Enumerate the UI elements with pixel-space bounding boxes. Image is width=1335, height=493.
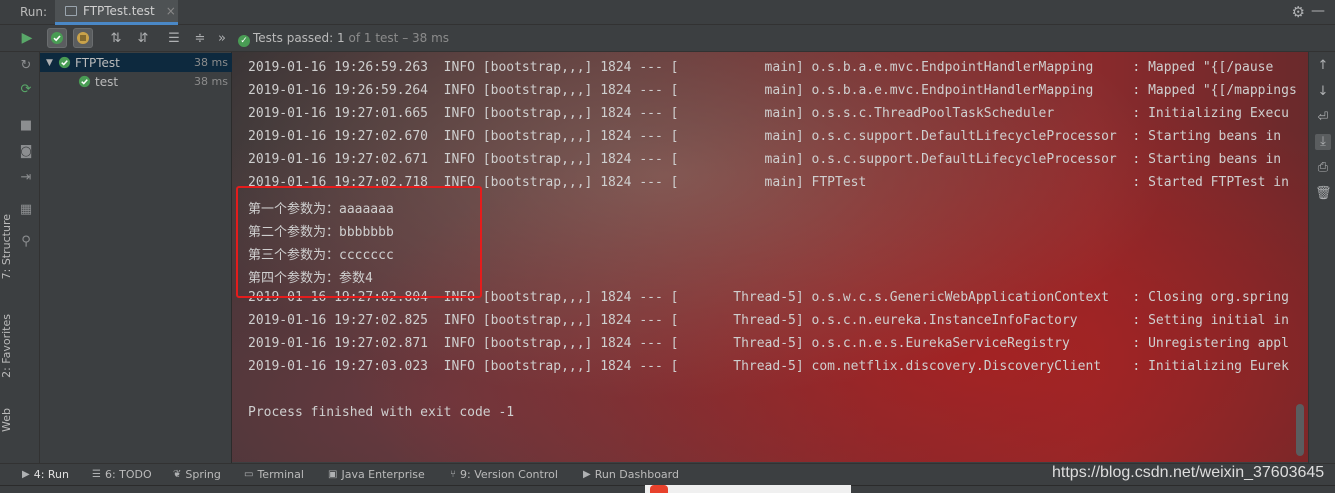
pin-icon[interactable]: ⚲ <box>18 234 34 250</box>
rerun-icon[interactable]: ▶ <box>17 28 37 48</box>
status-detail: of 1 test – 38 ms <box>348 31 450 45</box>
tree-node-ftptest[interactable]: ▼ FTPTest 38 ms <box>40 53 232 72</box>
close-icon[interactable]: × <box>166 4 176 18</box>
show-ignored-icon[interactable] <box>73 28 93 48</box>
side-tab-web[interactable]: Web <box>0 408 13 432</box>
test-tree: ▼ FTPTest 38 ms test 38 ms <box>40 52 232 463</box>
expand-all-icon[interactable]: ☰ <box>164 28 184 48</box>
tree-node-duration: 38 ms <box>194 75 228 88</box>
gear-icon[interactable]: ⚙ <box>1292 3 1305 21</box>
console-scrollbar[interactable] <box>1296 404 1304 456</box>
right-tool-strip: ↑ ↓ ⏎ ⤓ ⎙ 🗑 <box>1308 52 1335 463</box>
arrow-up-icon[interactable]: ↑ <box>1315 58 1331 74</box>
tab-run-label: 4: Run <box>33 468 69 481</box>
list-icon: ☰ <box>92 469 101 480</box>
terminal-icon: ▭ <box>244 469 254 480</box>
tab-run-dashboard[interactable]: ▶ Run Dashboard <box>583 468 679 481</box>
console-line: 2019-01-16 19:27:02.825 INFO [bootstrap,… <box>248 313 1289 328</box>
tab-run-dashboard-label: Run Dashboard <box>594 468 679 481</box>
annotation-highlight-box <box>236 186 482 298</box>
tab-ftptest-test[interactable]: FTPTest.test × <box>55 0 178 25</box>
play-icon: ▶ <box>22 469 30 480</box>
stop-icon[interactable]: ■ <box>18 118 34 134</box>
chevron-down-icon[interactable]: ▼ <box>46 58 56 68</box>
check-icon: ✓ <box>238 35 250 47</box>
camera-icon[interactable]: ◙ <box>18 144 34 160</box>
soft-wrap-icon[interactable]: ⏎ <box>1315 110 1331 126</box>
console-line: 2019-01-16 19:27:02.871 INFO [bootstrap,… <box>248 336 1289 351</box>
side-tab-favorites[interactable]: 2: Favorites <box>0 314 13 378</box>
clear-icon[interactable]: 🗑 <box>1315 186 1332 202</box>
run-toolbar: ▶ ⇅ ⇵ ☰ ≑ » ✓ Tests passed: 1 of 1 test –… <box>0 25 1335 52</box>
console-line: 2019-01-16 19:27:01.665 INFO [bootstrap,… <box>248 106 1289 121</box>
console-line: 2019-01-16 19:27:03.023 INFO [bootstrap,… <box>248 359 1289 374</box>
dashboard-icon: ▶ <box>583 469 591 480</box>
run-window-header: Run: FTPTest.test × ⚙ — <box>0 0 1335 25</box>
show-passed-icon[interactable] <box>47 28 67 48</box>
tab-java-enterprise-label: Java Enterprise <box>341 468 425 481</box>
tab-label: FTPTest.test <box>83 4 155 18</box>
rerun-failed-icon[interactable]: ↻ <box>18 58 34 74</box>
status-count: 1 <box>337 31 345 45</box>
tree-node-label: FTPTest <box>75 55 120 70</box>
toggle-auto-test-icon[interactable]: ⟳ <box>18 82 34 98</box>
layout-icon[interactable]: ▦ <box>18 202 34 218</box>
watermark-url: https://blog.csdn.net/weixin_37603645 <box>1052 464 1325 481</box>
tab-run[interactable]: ▶ 4: Run <box>22 468 69 481</box>
tab-terminal[interactable]: ▭ Terminal <box>244 468 304 481</box>
tab-todo[interactable]: ☰ 6: TODO <box>92 468 152 481</box>
console-line: Process finished with exit code -1 <box>248 405 515 420</box>
test-status: ✓ Tests passed: 1 of 1 test – 38 ms <box>238 31 449 47</box>
collapse-all-icon[interactable]: ≑ <box>190 28 210 48</box>
passed-icon <box>58 56 71 69</box>
side-tab-structure[interactable]: 7: Structure <box>0 214 13 279</box>
sort-by-duration-icon[interactable]: ⇵ <box>133 28 153 48</box>
export-icon[interactable]: ⇥ <box>18 170 34 186</box>
tab-spring-label: Spring <box>185 468 221 481</box>
tab-version-control-label: 9: Version Control <box>460 468 558 481</box>
minimize-icon[interactable]: — <box>1311 3 1325 19</box>
console-line: 2019-01-16 19:26:59.264 INFO [bootstrap,… <box>248 83 1297 98</box>
ime-toolbar <box>645 485 851 493</box>
scroll-to-end-icon[interactable]: ⤓ <box>1315 134 1331 150</box>
console-line: 2019-01-16 19:27:02.671 INFO [bootstrap,… <box>248 152 1282 167</box>
tab-spring[interactable]: ❦ Spring <box>173 468 221 481</box>
run-window-label: Run: <box>20 5 48 19</box>
spring-leaf-icon: ❦ <box>173 469 182 480</box>
more-icon[interactable]: » <box>212 28 232 48</box>
version-control-icon: ⑂ <box>450 469 456 480</box>
print-icon[interactable]: ⎙ <box>1315 160 1331 176</box>
passed-icon <box>78 75 91 88</box>
tree-node-test[interactable]: test 38 ms <box>40 72 232 91</box>
sort-alphabetically-icon[interactable]: ⇅ <box>106 28 126 48</box>
status-passed-label: Tests passed: <box>253 31 334 45</box>
tree-node-duration: 38 ms <box>194 56 228 69</box>
console-line: 2019-01-16 19:26:59.263 INFO [bootstrap,… <box>248 60 1274 75</box>
tab-java-enterprise[interactable]: ▣ Java Enterprise <box>328 468 425 481</box>
tab-terminal-label: Terminal <box>257 468 304 481</box>
arrow-down-icon[interactable]: ↓ <box>1315 84 1331 100</box>
tab-todo-label: 6: TODO <box>104 468 152 481</box>
ime-logo-icon <box>650 485 668 493</box>
tree-node-label: test <box>95 74 119 89</box>
console-line: 2019-01-16 19:27:02.670 INFO [bootstrap,… <box>248 129 1282 144</box>
left-tool-strip: ↻ ⟳ ■ ◙ ⇥ ▦ ⚲ 7: Structure 2: Favorites … <box>0 52 40 463</box>
tab-version-control[interactable]: ⑂ 9: Version Control <box>450 468 558 481</box>
java-enterprise-icon: ▣ <box>328 469 338 480</box>
run-config-icon <box>65 6 77 16</box>
